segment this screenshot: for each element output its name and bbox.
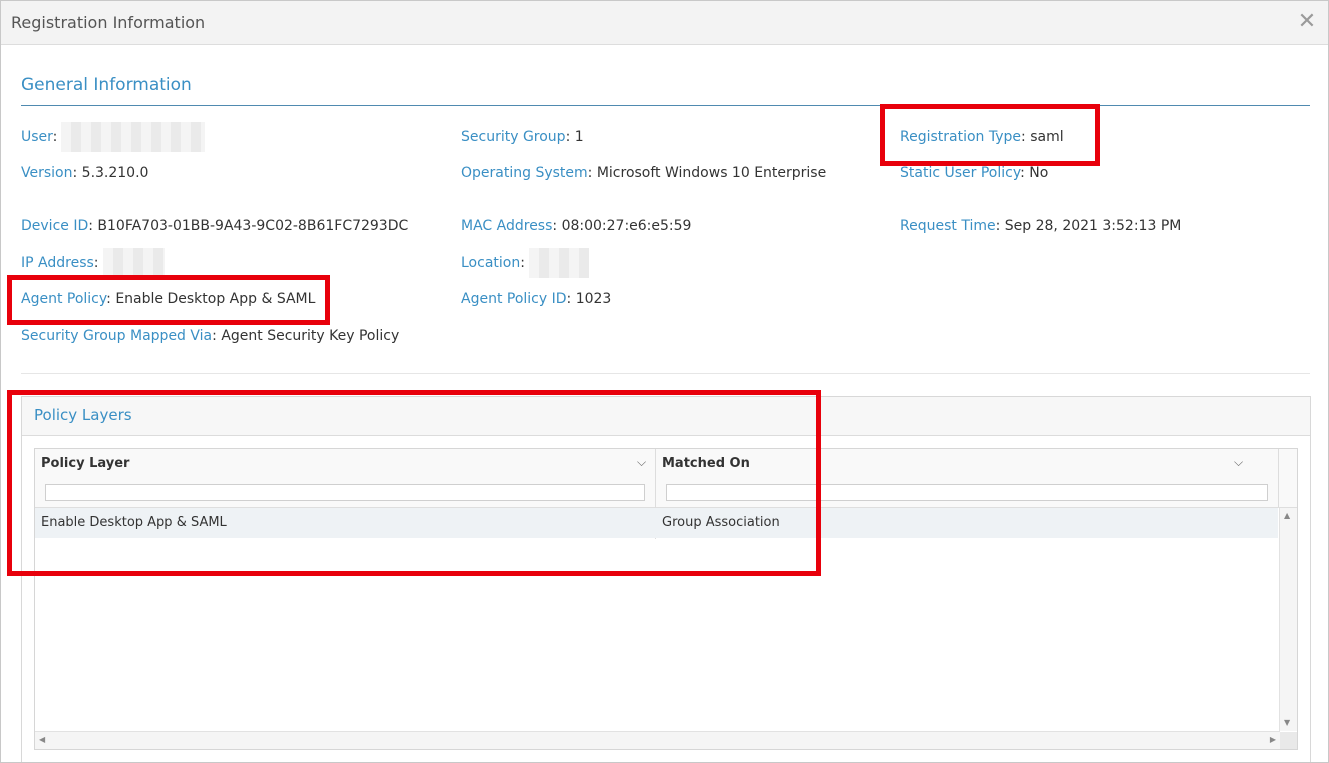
field-value: 5.3.210.0 — [81, 165, 149, 181]
field-value: Agent Security Key Policy — [221, 328, 400, 344]
highlight-policy-layers — [7, 390, 821, 576]
field-label: Static User Policy — [900, 165, 1021, 181]
field-mac-address: MAC Address: 08:00:27:e6:e5:59 — [461, 218, 692, 234]
field-value: 1 — [574, 129, 584, 145]
field-label: MAC Address — [461, 218, 553, 234]
scroll-down-icon[interactable]: ▼ — [1284, 719, 1290, 727]
field-label: Request Time — [900, 218, 996, 234]
general-information-heading: General Information — [21, 75, 192, 95]
field-label: User — [21, 129, 53, 145]
field-label: Security Group — [461, 129, 566, 145]
column-separator — [1278, 449, 1279, 507]
field-value: Sep 28, 2021 3:52:13 PM — [1004, 218, 1182, 234]
registration-dialog: Registration Information ✕ General Infor… — [0, 0, 1329, 763]
redacted-ip-value — [102, 248, 165, 278]
field-static-user-policy: Static User Policy: No — [900, 165, 1049, 181]
redacted-user-value — [61, 122, 206, 152]
dialog-title: Registration Information — [11, 13, 206, 32]
field-label: Version — [21, 165, 73, 181]
field-value: 1023 — [575, 291, 612, 307]
field-user: User: — [21, 122, 206, 152]
field-label: Location — [461, 255, 521, 271]
field-security-group: Security Group: 1 — [461, 129, 584, 145]
field-label: Security Group Mapped Via — [21, 328, 213, 344]
field-version: Version: 5.3.210.0 — [21, 165, 149, 181]
field-value: 08:00:27:e6:e5:59 — [561, 218, 692, 234]
field-value: B10FA703-01BB-9A43-9C02-8B61FC7293DC — [97, 218, 409, 234]
field-agent-policy-id: Agent Policy ID: 1023 — [461, 291, 612, 307]
field-value: Microsoft Windows 10 Enterprise — [596, 165, 827, 181]
section-divider — [21, 105, 1310, 106]
chevron-down-icon[interactable]: ⌵ — [1234, 455, 1243, 470]
field-label: IP Address — [21, 255, 94, 271]
highlight-agent-policy — [7, 275, 330, 325]
field-label: Agent Policy ID — [461, 291, 567, 307]
field-label: Device ID — [21, 218, 89, 234]
scroll-up-icon[interactable]: ▲ — [1284, 512, 1290, 520]
scroll-left-icon[interactable]: ◀ — [39, 736, 45, 744]
field-device-id: Device ID: B10FA703-01BB-9A43-9C02-8B61F… — [21, 218, 409, 234]
highlight-registration-type — [880, 104, 1100, 166]
field-ip-address: IP Address: — [21, 248, 165, 278]
divider — [21, 373, 1310, 374]
field-label: Operating System — [461, 165, 588, 181]
vertical-scrollbar[interactable]: ▲ ▼ — [1279, 508, 1297, 731]
horizontal-scrollbar[interactable]: ◀ ▶ — [35, 731, 1280, 749]
scroll-right-icon[interactable]: ▶ — [1270, 736, 1276, 744]
field-security-group-mapped-via: Security Group Mapped Via: Agent Securit… — [21, 328, 400, 344]
field-request-time: Request Time: Sep 28, 2021 3:52:13 PM — [900, 218, 1182, 234]
dialog-titlebar: Registration Information ✕ — [1, 1, 1328, 45]
close-icon[interactable]: ✕ — [1296, 11, 1318, 33]
redacted-location-value — [528, 248, 589, 278]
field-value: No — [1029, 165, 1049, 181]
scrollbar-corner — [1280, 732, 1297, 749]
field-operating-system: Operating System: Microsoft Windows 10 E… — [461, 165, 827, 181]
field-location: Location: — [461, 248, 589, 278]
